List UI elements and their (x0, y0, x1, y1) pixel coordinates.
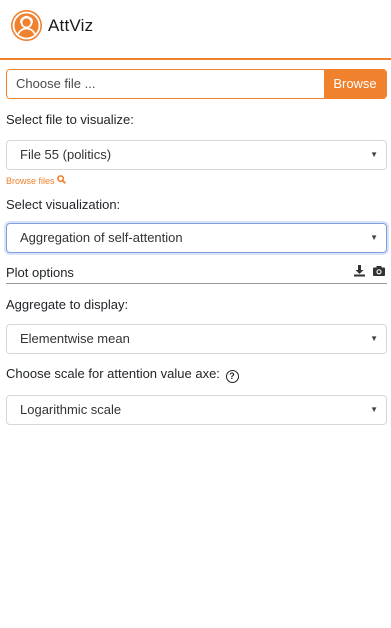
scale-select-label: Choose scale for attention value axe: ? (6, 366, 387, 383)
chevron-down-icon: ▼ (370, 405, 378, 414)
visualization-select-label: Select visualization: (6, 197, 121, 212)
browse-button[interactable]: Browse (324, 70, 386, 98)
camera-icon[interactable] (372, 264, 386, 280)
scale-select-value: Logarithmic scale (20, 402, 122, 417)
help-icon[interactable]: ? (225, 370, 239, 383)
visualization-select-value: Aggregation of self-attention (20, 230, 183, 245)
app-header: AttViz (0, 0, 391, 60)
chevron-down-icon: ▼ (370, 233, 378, 242)
person-avatar-icon (11, 10, 42, 41)
file-upload-placeholder[interactable]: Choose file ... (7, 70, 324, 98)
plot-options-label: Plot options (6, 264, 74, 280)
file-select-label: Select file to visualize: (6, 112, 134, 127)
aggregate-select-value: Elementwise mean (20, 331, 130, 346)
aggregate-select[interactable]: Elementwise mean ▼ (6, 324, 387, 354)
visualization-select[interactable]: Aggregation of self-attention ▼ (6, 223, 387, 253)
file-upload-field[interactable]: Choose file ... Browse (6, 69, 387, 99)
search-icon (56, 175, 66, 186)
file-select-value: File 55 (politics) (20, 147, 112, 162)
browse-files-label: Browse files (6, 175, 55, 186)
chevron-down-icon: ▼ (370, 150, 378, 159)
file-select[interactable]: File 55 (politics) ▼ (6, 140, 387, 170)
plot-options-header: Plot options (6, 261, 387, 284)
app-name: AttViz (48, 15, 94, 35)
plot-actions (353, 264, 387, 280)
aggregate-select-label: Aggregate to display: (6, 297, 129, 312)
chevron-down-icon: ▼ (370, 334, 378, 343)
scale-select[interactable]: Logarithmic scale ▼ (6, 395, 387, 425)
browse-files-link[interactable]: Browse files (6, 175, 387, 186)
main-panel: Choose file ... Browse Select file to vi… (6, 69, 387, 425)
scale-select-label-text: Choose scale for attention value axe: (6, 366, 220, 381)
download-icon[interactable] (353, 264, 366, 280)
brand[interactable]: AttViz (11, 10, 93, 41)
